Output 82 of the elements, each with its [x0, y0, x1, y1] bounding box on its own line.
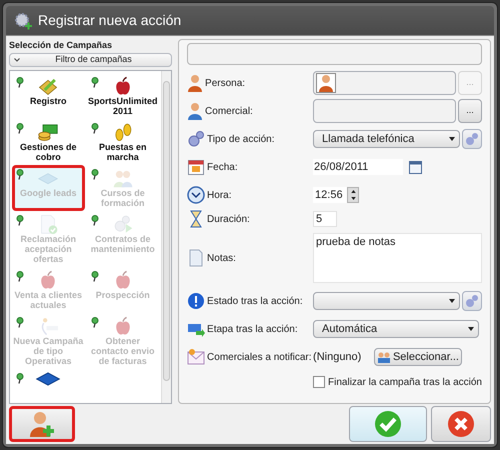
panel-title: Selección de Campañas: [9, 39, 114, 52]
pin-icon: [90, 168, 99, 180]
pin-icon: [16, 316, 24, 328]
person-icon: [187, 102, 204, 120]
campaign-label: Obtener contacto envio de facturas: [90, 336, 156, 366]
chevron-down-icon: [14, 58, 20, 62]
pin-icon: [16, 270, 24, 282]
field-label: Persona:: [205, 76, 246, 90]
dropdown[interactable]: [313, 292, 460, 310]
dropdown[interactable]: Llamada telefónica: [313, 130, 460, 148]
field-label: Estado tras la acción:: [207, 294, 303, 308]
field-label: Fecha:: [207, 160, 238, 174]
pin-icon: [16, 76, 24, 88]
checkmark-icon: [374, 410, 402, 438]
campaign-label: Cursos de formación: [100, 188, 146, 208]
field-label: Etapa tras la acción:: [207, 322, 298, 336]
campaign-label: Gestiones de cobro: [18, 142, 78, 162]
date-field[interactable]: 26/08/2011: [313, 159, 404, 175]
envelope-icon: [187, 348, 206, 366]
campaign-label: Google leads: [19, 188, 78, 198]
duration-field[interactable]: 5: [313, 211, 338, 227]
campaign-label: Contratos de mantenimiento: [90, 234, 156, 254]
field-label: Hora:: [207, 188, 232, 202]
dropdown-caret-icon: [449, 299, 455, 303]
pin-icon: [16, 372, 24, 384]
field-label: Notas:: [207, 252, 236, 266]
window-title: Registrar nueva acción: [38, 11, 182, 30]
campaign-item[interactable]: Gestiones de cobro: [12, 118, 85, 164]
field-label: Tipo de acción:: [207, 132, 274, 146]
campaign-label: SportsUnlimited 2011: [87, 96, 159, 116]
field-label: Duración:: [207, 212, 250, 226]
campaign-label: Prospección: [94, 290, 151, 300]
dropdown-caret-icon: [449, 137, 455, 141]
pin-icon: [16, 122, 24, 134]
info-icon: [187, 292, 206, 310]
person-field[interactable]: [313, 71, 456, 95]
clock-icon: [187, 186, 206, 204]
money-icon: [36, 122, 60, 142]
campaign-item[interactable]: Puestas en marcha: [86, 118, 160, 164]
spin-buttons[interactable]: [347, 187, 360, 203]
accept-button[interactable]: [349, 406, 427, 442]
select-button[interactable]: Seleccionar...: [374, 348, 462, 366]
dropdown-caret-icon: [468, 327, 474, 331]
down-caret-icon: [350, 197, 356, 200]
gear-plus-icon: [14, 12, 32, 30]
pin-icon: [90, 214, 99, 226]
checkbox-label: Finalizar la campaña tras la acción: [328, 376, 482, 390]
pin-icon: [90, 76, 99, 88]
campaign-item[interactable]: Registro: [12, 72, 85, 118]
calendar-icon: [187, 158, 206, 176]
campaign-label: Registro: [29, 96, 68, 106]
notify-value: (Ninguno): [313, 350, 362, 365]
time-field[interactable]: 12:56: [313, 187, 348, 203]
dropdown[interactable]: Automática: [313, 320, 480, 338]
config-button[interactable]: [462, 129, 482, 149]
calendar-icon[interactable]: [409, 160, 422, 174]
config-button[interactable]: [462, 291, 482, 311]
pin-icon: [16, 168, 24, 180]
campaign-label: Nueva Campaña de tipo Operativas: [12, 336, 84, 366]
browse-button[interactable]: ...: [458, 99, 482, 123]
cancel-button[interactable]: [431, 406, 491, 442]
person-add-icon: [29, 410, 55, 438]
campaign-label: Puestas en marcha: [98, 142, 148, 162]
field-label: Comerciales a notificar:: [207, 350, 312, 364]
pin-icon: [90, 270, 99, 282]
add-person-button[interactable]: [9, 406, 75, 442]
notes-field[interactable]: prueba de notas: [313, 233, 482, 283]
checkbox[interactable]: [313, 376, 326, 388]
document-icon: [187, 249, 206, 267]
campaign-item[interactable]: SportsUnlimited 2011: [86, 72, 160, 118]
close-icon: [447, 410, 475, 438]
pin-icon: [90, 122, 99, 134]
person-field[interactable]: [313, 99, 456, 123]
pin-icon: [90, 316, 99, 328]
field-label: Comercial:: [205, 104, 253, 118]
pin-icon: [16, 214, 24, 226]
person-icon: [187, 74, 204, 92]
campaign-label: Reclamación aceptación ofertas: [19, 234, 78, 264]
up-caret-icon: [350, 190, 356, 193]
campaign-label: Venta a clientes actuales: [13, 290, 84, 310]
people-icon: [376, 352, 391, 362]
filter-button[interactable]: Filtro de campañas: [9, 52, 172, 66]
